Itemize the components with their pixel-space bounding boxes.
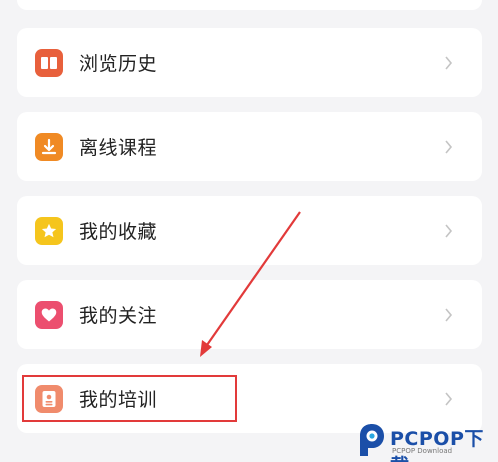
- book-icon: [35, 48, 63, 77]
- chevron-right-icon: [442, 55, 456, 70]
- menu-item-label: 离线课程: [79, 137, 158, 159]
- chevron-right-icon: [442, 139, 456, 154]
- chevron-right-icon: [442, 391, 456, 406]
- page: 浏览历史 离线课程 我的收藏 我的关注 我的培训 PCPOP下 PCPOP Do…: [0, 0, 498, 462]
- watermark: PCPOP下载 PCPOP Download: [356, 420, 496, 462]
- menu-item-my-follows[interactable]: 我的关注: [17, 280, 482, 349]
- menu-item-offline-courses[interactable]: 离线课程: [17, 112, 482, 181]
- previous-card-edge: [17, 0, 482, 10]
- menu-item-label: 我的关注: [79, 305, 158, 327]
- id-card-icon: [35, 384, 63, 413]
- menu-item-label: 浏览历史: [79, 53, 158, 75]
- watermark-brand: PCPOP下载: [390, 428, 484, 462]
- star-icon: [35, 216, 63, 245]
- watermark-subtitle: PCPOP Download: [392, 447, 453, 455]
- download-icon: [35, 132, 63, 161]
- chevron-right-icon: [442, 223, 456, 238]
- menu-item-browse-history[interactable]: 浏览历史: [17, 28, 482, 97]
- chevron-right-icon: [442, 307, 456, 322]
- pcpop-logo-icon: [360, 424, 384, 456]
- menu-item-label: 我的收藏: [79, 221, 158, 243]
- heart-icon: [35, 300, 63, 329]
- menu-item-my-favorites[interactable]: 我的收藏: [17, 196, 482, 265]
- menu-item-label: 我的培训: [79, 389, 158, 411]
